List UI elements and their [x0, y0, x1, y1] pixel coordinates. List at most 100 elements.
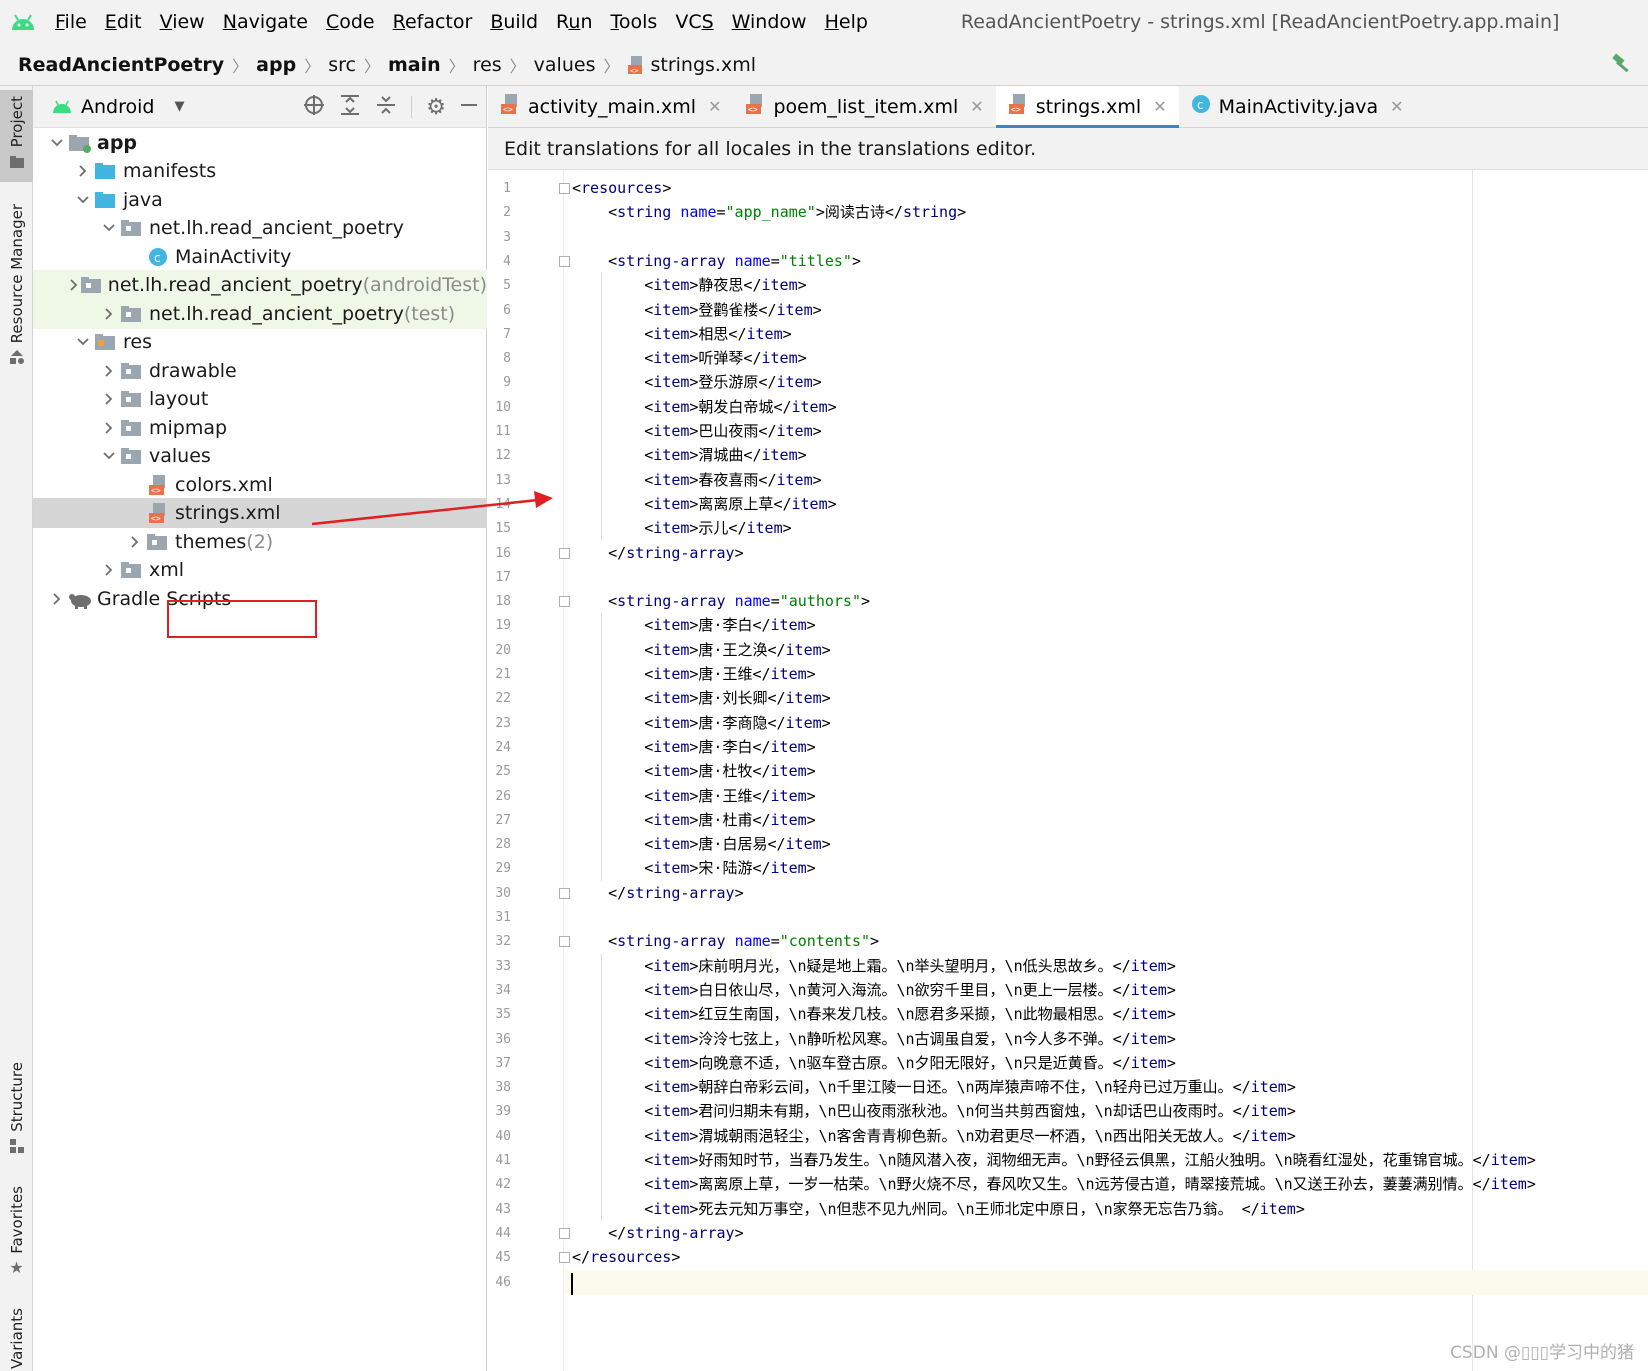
- breadcrumb-file[interactable]: strings.xml: [650, 54, 756, 76]
- tree-item[interactable]: mipmap: [33, 413, 487, 443]
- menu-item[interactable]: Help: [816, 11, 877, 33]
- code-line[interactable]: <item>唐·李商隐</item>: [572, 711, 830, 737]
- resource-manager-tool-tab[interactable]: Resource Manager: [0, 204, 33, 374]
- tree-item[interactable]: net.lh.read_ancient_poetry (test): [33, 299, 487, 329]
- code-line[interactable]: <item>静夜思</item>: [572, 273, 806, 299]
- code-line[interactable]: <item>唐·杜牧</item>: [572, 759, 815, 785]
- gear-icon[interactable]: ⚙: [426, 95, 446, 120]
- menu-item[interactable]: Edit: [96, 11, 151, 33]
- code-line[interactable]: <string-array name="titles">: [572, 249, 861, 275]
- fold-marker-icon[interactable]: [559, 1227, 570, 1239]
- locate-file-icon[interactable]: [303, 94, 325, 121]
- tree-item[interactable]: themes (2): [33, 527, 487, 557]
- chevron-down-icon[interactable]: [47, 138, 67, 148]
- chevron-right-icon[interactable]: [99, 563, 119, 577]
- tree-item[interactable]: xml: [33, 555, 487, 585]
- code-line[interactable]: <item>春夜喜雨</item>: [572, 468, 821, 494]
- editor-tab[interactable]: c MainActivity.java ✕: [1179, 86, 1416, 127]
- code-line[interactable]: </resources>: [572, 1245, 680, 1271]
- code-line[interactable]: <item>唐·刘长卿</item>: [572, 686, 830, 712]
- menu-item[interactable]: Window: [723, 11, 816, 33]
- code-line[interactable]: </string-array>: [572, 1221, 743, 1247]
- fold-marker-icon[interactable]: [559, 936, 570, 948]
- structure-tool-tab[interactable]: Structure: [0, 1062, 33, 1162]
- code-line[interactable]: <item>登鹳雀楼</item>: [572, 298, 821, 324]
- tree-item[interactable]: java: [33, 185, 487, 215]
- code-line[interactable]: <resources>: [572, 176, 671, 202]
- code-line[interactable]: <item>朝发白帝城</item>: [572, 395, 836, 421]
- breadcrumb-res[interactable]: res: [473, 54, 502, 76]
- code-line[interactable]: <item>唐·李白</item>: [572, 735, 815, 761]
- tree-item[interactable]: values: [33, 441, 487, 471]
- code-line[interactable]: <item>渭城朝雨浥轻尘，\n客舍青青柳色新。\n劝君更尽一杯酒，\n西出阳关…: [572, 1124, 1296, 1150]
- project-view-selector[interactable]: Android: [81, 96, 154, 118]
- tree-item[interactable]: manifests: [33, 156, 487, 186]
- menu-item[interactable]: Run: [547, 11, 601, 33]
- code-line[interactable]: <string-array name="authors">: [572, 589, 870, 615]
- code-line[interactable]: <item>唐·杜甫</item>: [572, 808, 815, 834]
- favorites-tool-tab[interactable]: Favorites ★: [0, 1186, 33, 1286]
- menu-item[interactable]: Tools: [602, 11, 667, 33]
- code-line[interactable]: <item>床前明月光，\n疑是地上霜。\n举头望明月，\n低头思故乡。</it…: [572, 954, 1176, 980]
- code-editor[interactable]: 1 2 3 4 5 6 7 8 9 10 11 12 13 14 15 16 17 18 19 20 21 22 23 24 2…: [488, 170, 1648, 1371]
- close-tab-icon[interactable]: ✕: [970, 97, 983, 116]
- code-line[interactable]: <item>唐·王维</item>: [572, 784, 815, 810]
- code-line[interactable]: <item>白日依山尽，\n黄河入海流。\n欲穷千里目，\n更上一层楼。</it…: [572, 978, 1176, 1004]
- menu-item[interactable]: VCS: [666, 11, 722, 33]
- tree-item[interactable]: drawable: [33, 356, 487, 386]
- fold-marker-icon[interactable]: [559, 1252, 570, 1264]
- chevron-down-icon[interactable]: [73, 195, 93, 205]
- code-line[interactable]: <item>向晚意不适，\n驱车登古原。\n夕阳无限好，\n只是近黄昏。</it…: [572, 1051, 1176, 1077]
- dropdown-arrow-icon[interactable]: ▼: [174, 99, 184, 114]
- code-line[interactable]: [565, 1269, 1648, 1295]
- editor-tab[interactable]: <> poem_list_item.xml ✕: [733, 86, 995, 127]
- code-line[interactable]: <item>红豆生南国，\n春来发几枝。\n愿君多采撷，\n此物最相思。</it…: [572, 1002, 1176, 1028]
- menu-item[interactable]: File: [46, 11, 96, 33]
- breadcrumb-app[interactable]: app: [256, 54, 296, 76]
- fold-marker-icon[interactable]: [559, 183, 570, 194]
- code-line[interactable]: <item>听弹琴</item>: [572, 346, 806, 372]
- collapse-all-icon[interactable]: [375, 94, 397, 121]
- build-hammer-icon[interactable]: [1610, 52, 1634, 81]
- chevron-down-icon[interactable]: [99, 451, 119, 461]
- project-tool-tab[interactable]: Project: [0, 90, 33, 182]
- menu-item[interactable]: View: [151, 11, 214, 33]
- code-line[interactable]: <item>唐·白居易</item>: [572, 832, 830, 858]
- fold-marker-icon[interactable]: [559, 547, 570, 559]
- translations-editor-banner[interactable]: Edit translations for all locales in the…: [488, 128, 1648, 170]
- breadcrumb-src[interactable]: src: [328, 54, 356, 76]
- code-line[interactable]: <item>离离原上草，一岁一枯荣。\n野火烧不尽，春风吹又生。\n远芳侵古道，…: [572, 1172, 1536, 1198]
- fold-marker-icon[interactable]: [559, 887, 570, 899]
- chevron-right-icon[interactable]: [73, 164, 93, 178]
- code-line[interactable]: </string-array>: [572, 541, 743, 567]
- tree-item[interactable]: <> colors.xml: [33, 470, 487, 500]
- code-line[interactable]: </string-array>: [572, 881, 743, 907]
- chevron-down-icon[interactable]: [73, 337, 93, 347]
- code-line[interactable]: <item>巴山夜雨</item>: [572, 419, 821, 445]
- code-line[interactable]: <item>泠泠七弦上，\n静听松风寒。\n古调虽自爱，\n今人多不弹。</it…: [572, 1027, 1176, 1053]
- fold-marker-icon[interactable]: [559, 255, 570, 267]
- code-line[interactable]: <item>君问归期未有期，\n巴山夜雨涨秋池。\n何当共剪西窗烛，\n却话巴山…: [572, 1099, 1296, 1125]
- expand-all-icon[interactable]: [339, 94, 361, 121]
- code-line[interactable]: <item>朝辞白帝彩云间，\n千里江陵一日还。\n两岸猿声啼不住，\n轻舟已过…: [572, 1075, 1296, 1101]
- breadcrumb-project[interactable]: ReadAncientPoetry: [18, 54, 224, 76]
- code-line[interactable]: <item>唐·李白</item>: [572, 613, 815, 639]
- code-line[interactable]: <item>唐·王维</item>: [572, 662, 815, 688]
- code-line[interactable]: <item>宋·陆游</item>: [572, 856, 815, 882]
- chevron-down-icon[interactable]: [99, 223, 119, 233]
- tree-item[interactable]: net.lh.read_ancient_poetry (androidTest): [33, 270, 487, 300]
- tree-item[interactable]: layout: [33, 384, 487, 414]
- chevron-right-icon[interactable]: [69, 278, 80, 292]
- menu-item[interactable]: Build: [481, 11, 547, 33]
- chevron-right-icon[interactable]: [47, 592, 67, 606]
- tree-item[interactable]: net.lh.read_ancient_poetry: [33, 213, 487, 243]
- code-line[interactable]: <item>唐·王之涣</item>: [572, 638, 830, 664]
- chevron-right-icon[interactable]: [99, 421, 119, 435]
- menu-item[interactable]: Code: [317, 11, 384, 33]
- tree-item[interactable]: res: [33, 327, 487, 357]
- tree-item[interactable]: Gradle Scripts: [33, 584, 487, 614]
- tree-item[interactable]: app: [33, 128, 487, 158]
- code-line[interactable]: <string-array name="contents">: [572, 929, 879, 955]
- code-line[interactable]: <item>离离原上草</item>: [572, 492, 836, 518]
- menu-item[interactable]: Refactor: [384, 11, 482, 33]
